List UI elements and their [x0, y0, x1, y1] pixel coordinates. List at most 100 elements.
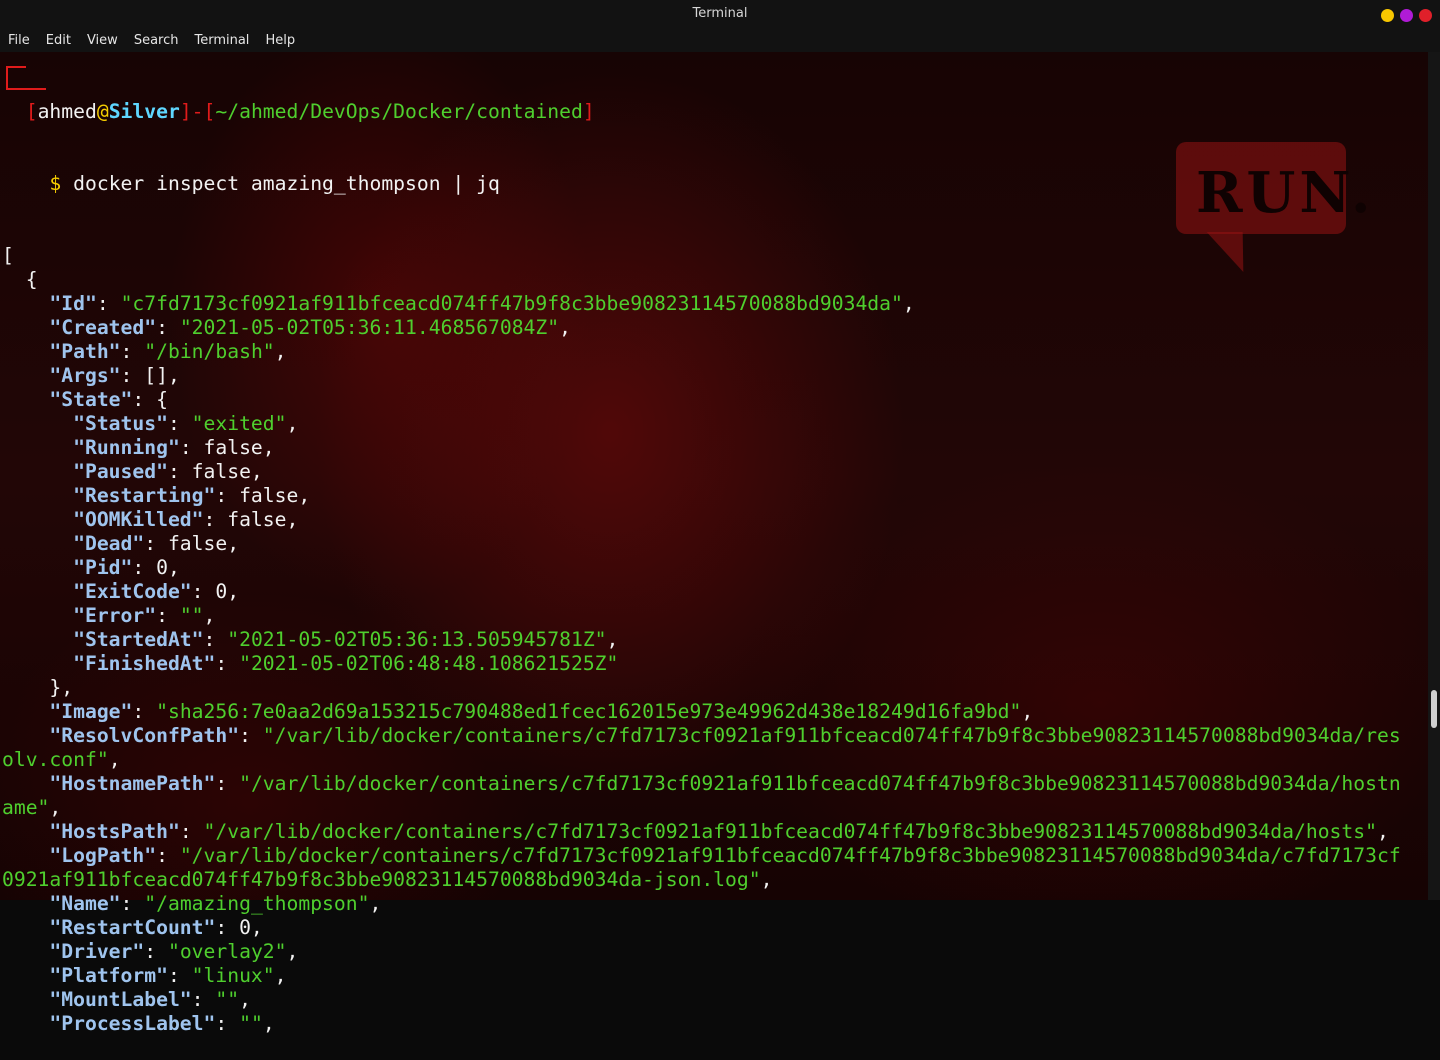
json-punct: [2, 844, 49, 867]
prompt-user: ahmed: [37, 100, 97, 123]
json-string: "2021-05-02T05:36:11.468567084Z": [179, 316, 560, 339]
output-line: "Created": "2021-05-02T05:36:11.46856708…: [2, 316, 1426, 340]
json-key: "FinishedAt": [73, 652, 216, 675]
json-key: "Path": [49, 340, 121, 363]
json-punct: :: [179, 820, 204, 843]
output-line: "Name": "/amazing_thompson",: [2, 892, 1426, 916]
scrollbar-thumb[interactable]: [1431, 690, 1437, 728]
json-punct: [2, 316, 49, 339]
menu-search[interactable]: Search: [134, 33, 179, 48]
json-string: "2021-05-02T05:36:13.505945781Z": [227, 628, 607, 651]
prompt-at: @: [96, 100, 109, 123]
json-key: "Error": [73, 604, 157, 627]
output-line: "Path": "/bin/bash",: [2, 340, 1426, 364]
output-line: 0921af911bfceacd074ff47b9f8c3bbe90823114…: [2, 868, 1426, 892]
json-punct: : 0,: [191, 580, 240, 603]
json-punct: [2, 772, 49, 795]
json-punct: :: [167, 964, 192, 987]
menu-help[interactable]: Help: [265, 33, 295, 48]
json-punct: [2, 388, 49, 411]
json-punct: :: [191, 988, 216, 1011]
json-string: "": [239, 1012, 263, 1035]
json-punct: [2, 460, 73, 483]
json-punct: ,: [902, 292, 915, 315]
menu-file[interactable]: File: [8, 33, 30, 48]
maximize-button[interactable]: [1400, 9, 1413, 22]
json-key: "ExitCode": [73, 580, 192, 603]
json-output: [ { "Id": "c7fd7173cf0921af911bfceacd074…: [2, 244, 1426, 1036]
menu-edit[interactable]: Edit: [46, 33, 71, 48]
json-punct: : 0,: [132, 556, 180, 579]
json-key: "Paused": [73, 460, 168, 483]
json-punct: {: [2, 268, 38, 291]
minimize-button[interactable]: [1381, 9, 1394, 22]
json-key: "ResolvConfPath": [49, 724, 240, 747]
json-string: ame": [2, 796, 50, 819]
output-line: "State": {: [2, 388, 1426, 412]
json-string: "exited": [191, 412, 287, 435]
json-key: "RestartCount": [49, 916, 216, 939]
json-punct: ,: [274, 340, 287, 363]
json-string: "/var/lib/docker/containers/c7fd7173cf09…: [203, 820, 1377, 843]
output-line: "Dead": false,: [2, 532, 1426, 556]
json-punct: },: [2, 676, 74, 699]
prompt-line: [ahmed@Silver]-[~/ahmed/DevOps/Docker/co…: [2, 100, 1426, 124]
json-punct: [2, 532, 73, 555]
json-string: "/var/lib/docker/containers/c7fd7173cf09…: [262, 724, 1401, 747]
json-string: "c7fd7173cf0921af911bfceacd074ff47b9f8c3…: [120, 292, 903, 315]
json-punct: ,: [262, 1012, 275, 1035]
command-line[interactable]: $ docker inspect amazing_thompson | jq: [2, 172, 1426, 196]
json-punct: : {: [132, 388, 168, 411]
json-punct: [2, 988, 49, 1011]
json-key: "Platform": [49, 964, 168, 987]
output-line: [: [2, 244, 1426, 268]
json-punct: : false,: [179, 436, 275, 459]
json-key: "StartedAt": [73, 628, 204, 651]
json-punct: [2, 364, 49, 387]
json-punct: :: [203, 628, 228, 651]
output-line: "HostnamePath": "/var/lib/docker/contain…: [2, 772, 1426, 796]
json-punct: [2, 724, 49, 747]
output-line: "Platform": "linux",: [2, 964, 1426, 988]
output-line: "Args": [],: [2, 364, 1426, 388]
output-line: ame",: [2, 796, 1426, 820]
output-line: "Id": "c7fd7173cf0921af911bfceacd074ff47…: [2, 292, 1426, 316]
json-punct: ,: [286, 940, 299, 963]
json-punct: :: [156, 604, 180, 627]
menu-view[interactable]: View: [87, 33, 118, 48]
json-key: "Args": [49, 364, 121, 387]
title-bar: Terminal: [0, 0, 1440, 28]
json-punct: ,: [203, 604, 216, 627]
json-key: "Name": [49, 892, 121, 915]
json-punct: [2, 340, 49, 363]
json-punct: [2, 652, 73, 675]
json-punct: :: [144, 940, 168, 963]
scrollbar-track[interactable]: [1428, 52, 1440, 900]
menu-terminal[interactable]: Terminal: [194, 33, 249, 48]
output-line: "ExitCode": 0,: [2, 580, 1426, 604]
prompt-symbol: $: [49, 172, 62, 195]
json-punct: ,: [1021, 700, 1034, 723]
output-line: "Error": "",: [2, 604, 1426, 628]
output-line: "StartedAt": "2021-05-02T05:36:13.505945…: [2, 628, 1426, 652]
json-key: "State": [49, 388, 133, 411]
json-punct: :: [167, 412, 192, 435]
command-text: docker inspect amazing_thompson | jq: [73, 172, 500, 195]
json-punct: [2, 556, 73, 579]
window-title: Terminal: [692, 6, 748, 21]
json-punct: ,: [239, 988, 251, 1011]
json-punct: : false,: [215, 484, 311, 507]
terminal-output[interactable]: [ahmed@Silver]-[~/ahmed/DevOps/Docker/co…: [2, 52, 1426, 1060]
json-key: "MountLabel": [49, 988, 192, 1011]
output-line: "Running": false,: [2, 436, 1426, 460]
prompt-cwd: ~/ahmed/DevOps/Docker/contained: [215, 100, 583, 123]
close-button[interactable]: [1419, 9, 1432, 22]
output-line: {: [2, 268, 1426, 292]
json-punct: [2, 436, 73, 459]
output-line: "FinishedAt": "2021-05-02T06:48:48.10862…: [2, 652, 1426, 676]
json-punct: ,: [559, 316, 571, 339]
json-key: "Created": [49, 316, 157, 339]
json-string: "2021-05-02T06:48:48.108621525Z": [239, 652, 619, 675]
json-punct: ,: [108, 748, 121, 771]
json-punct: ,: [274, 964, 287, 987]
